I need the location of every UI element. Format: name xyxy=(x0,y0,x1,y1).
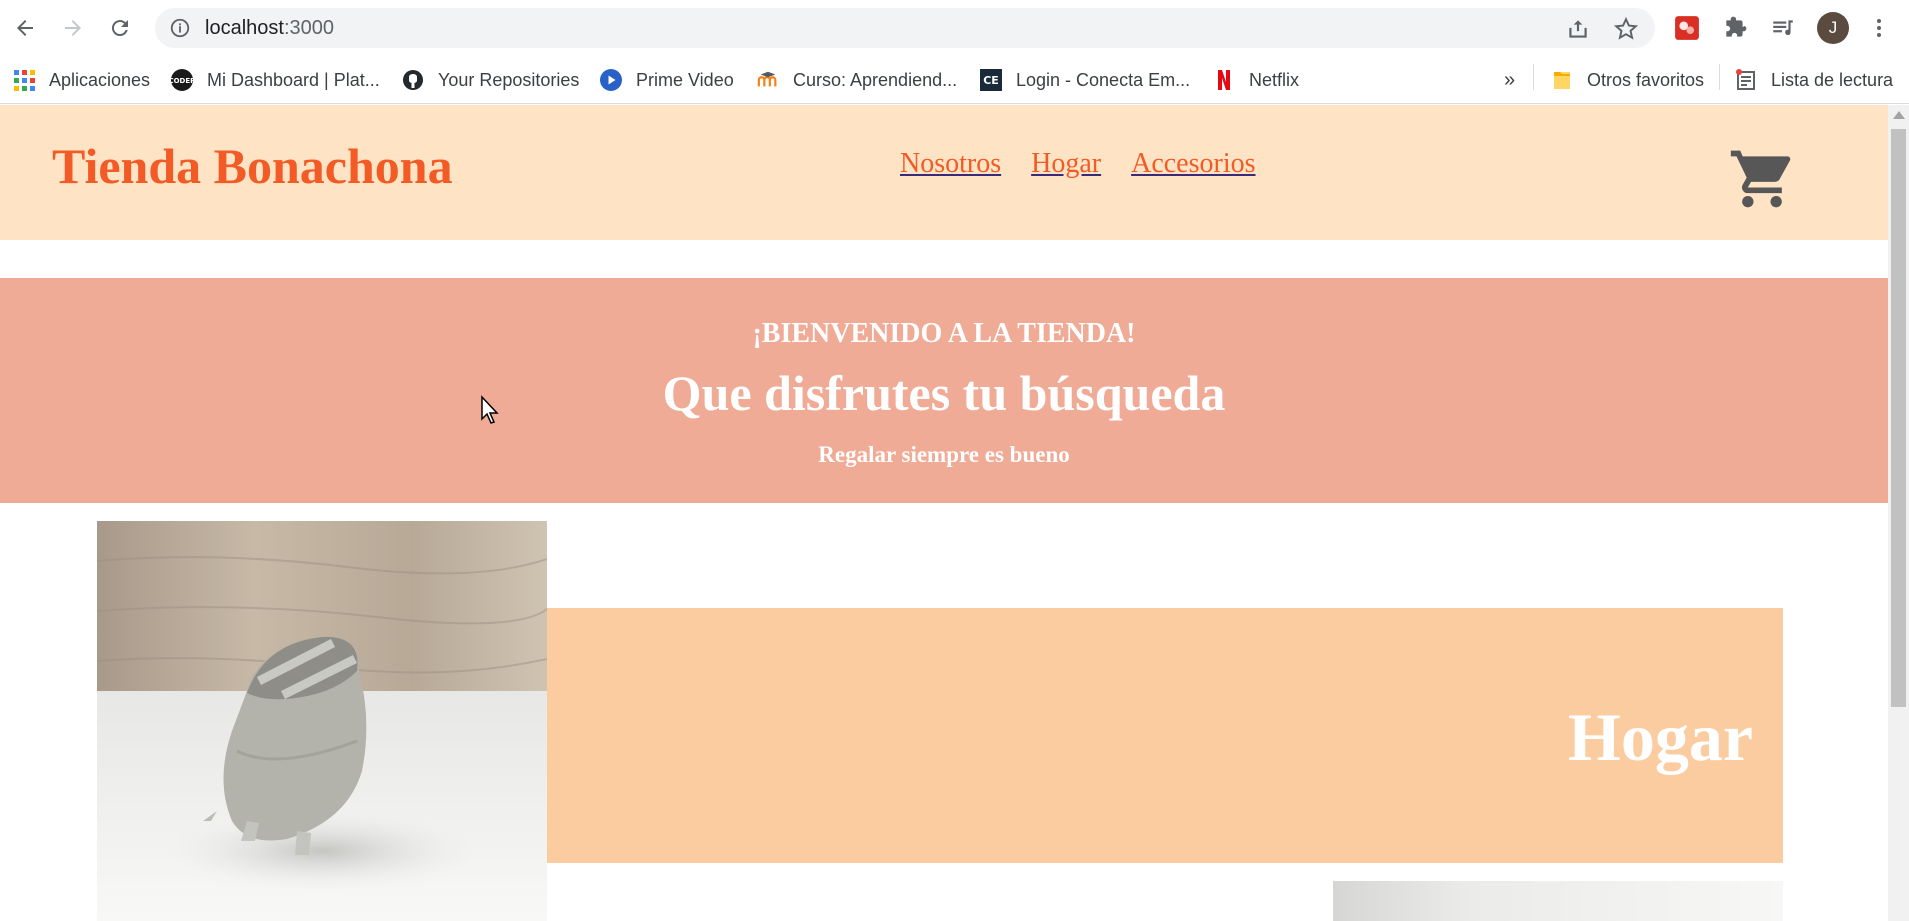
bookmark-label: Login - Conecta Em... xyxy=(1016,69,1191,90)
url-text[interactable]: localhost:3000 xyxy=(205,17,334,39)
forward-button[interactable] xyxy=(56,12,90,44)
queue-music-icon xyxy=(1773,20,1793,36)
bookmark-label: Your Repositories xyxy=(438,69,580,90)
moodle-icon xyxy=(757,69,779,91)
nav-link-accesorios[interactable]: Accesorios xyxy=(1131,148,1255,180)
url-host: localhost xyxy=(205,17,284,39)
site-header: Tienda Bonachona Nosotros Hogar Accesori… xyxy=(0,105,1888,240)
netflix-icon xyxy=(1213,69,1235,91)
coder-icon: CODER xyxy=(171,69,193,91)
site-info-icon[interactable] xyxy=(169,17,191,39)
menu-button[interactable] xyxy=(1864,13,1894,43)
github-icon xyxy=(402,69,424,91)
browser-toolbar: localhost:3000 J xyxy=(0,0,1909,56)
bookmark-label: Otros favoritos xyxy=(1587,69,1705,90)
apps-grid-icon xyxy=(13,69,35,91)
bookmark-label: Aplicaciones xyxy=(49,69,151,90)
category-title: Hogar xyxy=(1567,699,1753,775)
bookmark-dashboard[interactable]: CODER Mi Dashboard | Plat... xyxy=(171,65,380,95)
page-viewport: Tienda Bonachona Nosotros Hogar Accesori… xyxy=(0,105,1888,921)
bookmark-separator xyxy=(1533,64,1534,90)
bookmark-curso[interactable]: Curso: Aprendiend... xyxy=(757,65,957,95)
bookmark-label: Mi Dashboard | Plat... xyxy=(207,69,380,90)
category-banner[interactable]: Hogar xyxy=(547,608,1783,863)
bookmark-conecta[interactable]: CE Login - Conecta Em... xyxy=(980,65,1190,95)
bookmarks-bar: Aplicaciones CODER Mi Dashboard | Plat..… xyxy=(0,56,1909,104)
bookmark-apps[interactable]: Aplicaciones xyxy=(13,65,150,95)
product-image[interactable] xyxy=(97,521,547,921)
bookmark-repositories[interactable]: Your Repositories xyxy=(402,65,579,95)
address-bar[interactable]: localhost:3000 xyxy=(155,8,1655,48)
site-nav: Nosotros Hogar Accesorios xyxy=(900,148,1256,180)
prime-video-icon xyxy=(600,69,622,91)
site-brand[interactable]: Tienda Bonachona xyxy=(52,137,453,195)
arrow-left-icon xyxy=(17,20,33,36)
bookmark-separator xyxy=(1719,64,1720,90)
hero-kicker: ¡BIENVENIDO A LA TIENDA! xyxy=(752,318,1136,349)
svg-text:CE: CE xyxy=(983,74,999,87)
bookmark-label: Curso: Aprendiend... xyxy=(793,69,958,90)
nav-link-nosotros[interactable]: Nosotros xyxy=(900,148,1001,180)
bookmarks-overflow-button[interactable]: » xyxy=(1504,65,1515,95)
bookmark-prime-video[interactable]: Prime Video xyxy=(600,65,734,95)
product-image[interactable] xyxy=(1333,881,1783,921)
overflow-label: » xyxy=(1504,68,1516,91)
ce-icon: CE xyxy=(980,69,1002,91)
media-controls-button[interactable] xyxy=(1768,13,1798,43)
back-button[interactable] xyxy=(8,12,42,44)
bookmark-star-icon[interactable] xyxy=(1613,16,1639,42)
hero-headline: Que disfrutes tu búsqueda xyxy=(662,365,1226,421)
extensions-button[interactable] xyxy=(1720,13,1750,43)
scroll-up-arrow-icon[interactable] xyxy=(1893,111,1905,119)
share-icon[interactable] xyxy=(1565,16,1591,42)
bookmark-label: Prime Video xyxy=(636,69,734,90)
profile-avatar[interactable]: J xyxy=(1817,12,1849,44)
reading-list-icon xyxy=(1735,69,1757,91)
cart-icon[interactable] xyxy=(1728,145,1796,213)
bookmark-label: Lista de lectura xyxy=(1771,69,1894,90)
hero-tagline: Regalar siempre es bueno xyxy=(818,442,1070,467)
scrollbar-thumb[interactable] xyxy=(1891,129,1906,707)
kebab-menu-icon xyxy=(1877,19,1881,37)
folder-icon xyxy=(1551,69,1573,91)
mouse-cursor-icon xyxy=(481,395,499,424)
bookmark-label: Netflix xyxy=(1249,69,1300,90)
nav-link-hogar[interactable]: Hogar xyxy=(1031,148,1101,180)
extension-icon[interactable] xyxy=(1672,13,1702,43)
url-port: :3000 xyxy=(283,17,334,39)
red-extension-icon xyxy=(1675,16,1699,40)
bookmark-other-favorites[interactable]: Otros favoritos xyxy=(1551,65,1704,95)
reload-icon xyxy=(111,20,128,37)
svg-text:CODER: CODER xyxy=(171,77,193,85)
puzzle-icon xyxy=(1726,16,1747,37)
page-scrollbar[interactable] xyxy=(1888,105,1909,921)
reload-button[interactable] xyxy=(103,12,137,44)
arrow-right-icon xyxy=(65,20,81,36)
reading-list-button[interactable]: Lista de lectura xyxy=(1735,65,1893,95)
bookmark-netflix[interactable]: Netflix xyxy=(1213,65,1299,95)
welcome-hero: ¡BIENVENIDO A LA TIENDA! Que disfrutes t… xyxy=(0,278,1888,503)
